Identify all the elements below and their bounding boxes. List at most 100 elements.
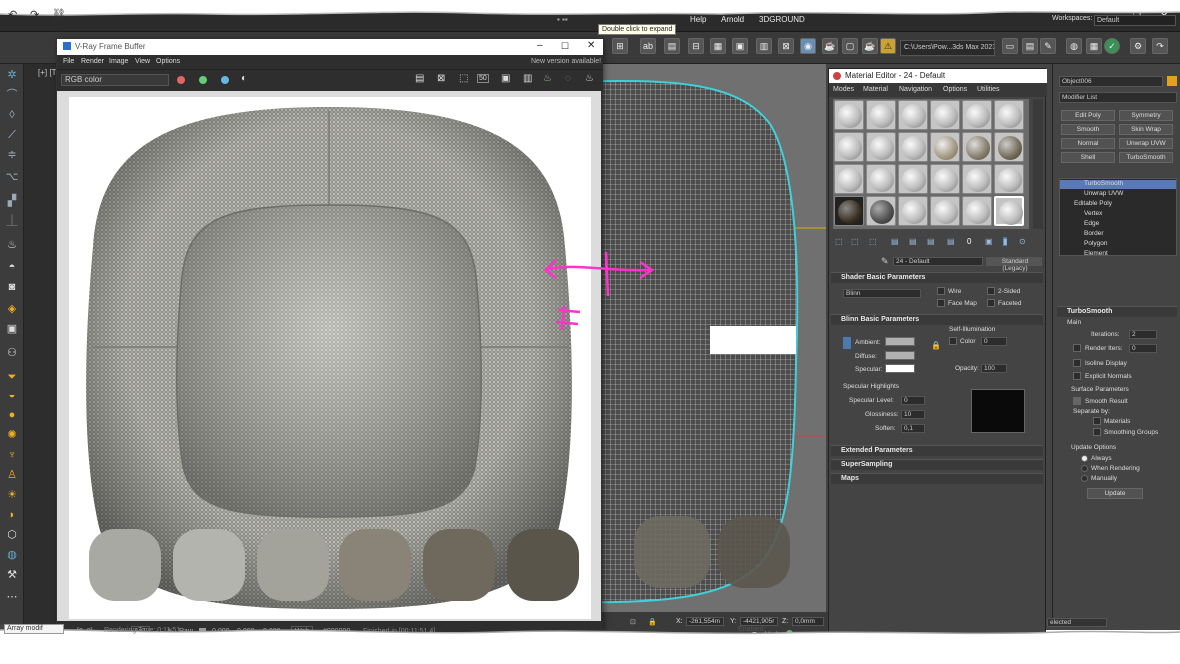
self-illum-color-checkbox[interactable] xyxy=(949,337,957,345)
unique-icon[interactable]: ▤ xyxy=(927,237,935,246)
isoline-checkbox[interactable] xyxy=(1073,359,1081,367)
globe-icon[interactable]: ◍ xyxy=(1066,38,1082,54)
sliders-icon[interactable]: ≑ xyxy=(4,148,20,162)
bend-icon[interactable]: ⌒ xyxy=(4,88,20,102)
undo-icon[interactable]: ↶ xyxy=(8,8,17,21)
lock-icon-2[interactable]: 🔒 xyxy=(931,341,941,350)
vfb-menu-view[interactable]: View xyxy=(135,58,150,65)
sample-slot[interactable] xyxy=(834,100,864,130)
shape-icon[interactable]: ⌥ xyxy=(4,170,20,184)
redo-icon[interactable]: ↷ xyxy=(1152,38,1168,54)
funnel-icon[interactable]: ⏷ xyxy=(4,370,20,384)
hemisphere-icon[interactable]: ◒ xyxy=(4,388,20,402)
stack-item-edge[interactable]: Edge xyxy=(1084,220,1099,227)
diffuse-color-swatch[interactable] xyxy=(885,351,915,360)
vfb-maximize-icon[interactable]: ☐ xyxy=(561,41,569,52)
shell-button[interactable]: Shell xyxy=(1061,152,1115,163)
layer-icon[interactable]: ▣ xyxy=(732,38,748,54)
layout-icon[interactable]: ▞ xyxy=(4,194,20,208)
smoothing-groups-checkbox[interactable] xyxy=(1093,428,1101,436)
vfb-menu-render[interactable]: Render xyxy=(81,58,104,65)
named-set-icon[interactable]: ▤ xyxy=(664,38,680,54)
extended-parameters-rollout[interactable]: Extended Parameters xyxy=(831,445,1043,456)
more-icon[interactable]: ⋯ xyxy=(4,590,20,604)
shader-basic-rollout[interactable]: Shader Basic Parameters xyxy=(831,272,1043,283)
two-sided-checkbox[interactable] xyxy=(987,287,995,295)
vfb-render-icon[interactable]: ♨ xyxy=(543,73,552,84)
sample-slot[interactable] xyxy=(962,196,992,226)
blinn-basic-rollout[interactable]: Blinn Basic Parameters xyxy=(831,314,1043,325)
opacity-spinner[interactable]: 100 xyxy=(981,364,1007,373)
vfb-menu-options[interactable]: Options xyxy=(156,58,180,65)
mirror-icon[interactable]: ⊟ xyxy=(688,38,704,54)
cube-icon[interactable]: ⬡ xyxy=(4,528,20,542)
open-folder-icon[interactable]: ▭ xyxy=(1002,38,1018,54)
sample-slot[interactable] xyxy=(994,100,1024,130)
library-icon[interactable]: ▤ xyxy=(947,237,955,246)
manually-radio[interactable] xyxy=(1081,475,1088,482)
project-path[interactable]: C:\Users\Pow...3ds Max 2023 xyxy=(900,40,995,56)
curve-editor-icon[interactable]: ▥ xyxy=(756,38,772,54)
copy-icon[interactable]: ▤ xyxy=(909,237,917,246)
face-map-checkbox[interactable] xyxy=(937,299,945,307)
film-icon[interactable]: ⚇ xyxy=(4,346,20,360)
sphere-icon[interactable]: ◍ xyxy=(4,548,20,562)
stack-item-element[interactable]: Element xyxy=(1084,250,1108,257)
shader-dropdown[interactable]: Blinn xyxy=(843,289,921,298)
object-color-swatch[interactable] xyxy=(1167,76,1177,86)
sample-slot-active[interactable] xyxy=(994,196,1024,226)
render-icon[interactable]: ☕ xyxy=(862,38,878,54)
ab-icon[interactable]: ab xyxy=(640,38,656,54)
sample-slot[interactable] xyxy=(834,164,864,194)
settings-icon[interactable]: ⚙ xyxy=(1130,38,1146,54)
skin-wrap-button[interactable]: Skin Wrap xyxy=(1119,124,1173,135)
redo-top-icon[interactable]: ↷ xyxy=(30,8,39,21)
vfb-clear-icon[interactable]: ⊠ xyxy=(437,73,445,84)
me-menu-utilities[interactable]: Utilities xyxy=(977,86,1000,93)
update-button[interactable]: Update xyxy=(1087,488,1143,499)
render-iters-spinner[interactable]: 0 xyxy=(1129,344,1157,353)
rendered-frame-icon[interactable]: ▢ xyxy=(842,38,858,54)
maps-rollout[interactable]: Maps xyxy=(831,473,1043,484)
ambient-color-swatch[interactable] xyxy=(885,337,915,346)
symmetry-button[interactable]: Symmetry xyxy=(1119,110,1173,121)
sample-slot[interactable] xyxy=(834,196,864,226)
show-end-icon[interactable]: ▮ xyxy=(1003,237,1008,246)
edit-icon[interactable]: ✎ xyxy=(1040,38,1056,54)
pin-icon[interactable]: ⏊ xyxy=(4,214,20,228)
viewport-label[interactable]: [+] [T xyxy=(38,68,56,77)
turbosmooth-button[interactable]: TurboSmooth xyxy=(1119,152,1173,163)
vfb-menu-image[interactable]: Image xyxy=(109,58,128,65)
get-material-icon[interactable]: ⬚ xyxy=(835,237,843,246)
vfb-teapot-icon[interactable]: ♨ xyxy=(585,73,594,84)
sun-icon[interactable]: ☀ xyxy=(4,488,20,502)
vfb-minimize-icon[interactable]: – xyxy=(537,40,543,51)
parent-icon[interactable]: ⊙ xyxy=(1019,237,1026,246)
lamp-icon[interactable]: ♆ xyxy=(4,448,20,462)
always-radio[interactable] xyxy=(1081,455,1088,462)
me-menu-navigation[interactable]: Navigation xyxy=(899,86,932,93)
dome-icon[interactable]: ◓ xyxy=(4,260,20,274)
schematic-icon[interactable]: ⊠ xyxy=(778,38,794,54)
soften-spinner[interactable]: 0,1 xyxy=(901,424,925,433)
normal-button[interactable]: Normal xyxy=(1061,138,1115,149)
vfb-history-icon[interactable]: ▥ xyxy=(523,73,532,84)
vfb-channel-dropdown[interactable]: RGB color xyxy=(61,74,169,86)
sample-slot[interactable] xyxy=(930,164,960,194)
green-channel-icon[interactable] xyxy=(199,76,207,84)
sample-slot[interactable] xyxy=(930,100,960,130)
warning-icon[interactable]: ⚠ xyxy=(880,38,896,54)
box-icon[interactable]: ▣ xyxy=(4,322,20,336)
teapot-icon[interactable]: ♨ xyxy=(4,238,20,252)
smooth-button[interactable]: Smooth xyxy=(1061,124,1115,135)
light-icon[interactable]: ◈ xyxy=(4,302,20,316)
sample-slot[interactable] xyxy=(962,100,992,130)
object-name-field[interactable]: Object006 xyxy=(1059,76,1163,87)
drop-icon[interactable]: ◊ xyxy=(4,108,20,122)
perspective-viewport[interactable] xyxy=(590,64,826,614)
spot-icon[interactable]: ♙ xyxy=(4,468,20,482)
vfb-render-canvas[interactable] xyxy=(69,97,591,619)
sample-slot[interactable] xyxy=(898,100,928,130)
eyedropper-icon[interactable]: ✎ xyxy=(881,256,889,267)
vfb-compare-icon[interactable]: ▣ xyxy=(501,73,510,84)
